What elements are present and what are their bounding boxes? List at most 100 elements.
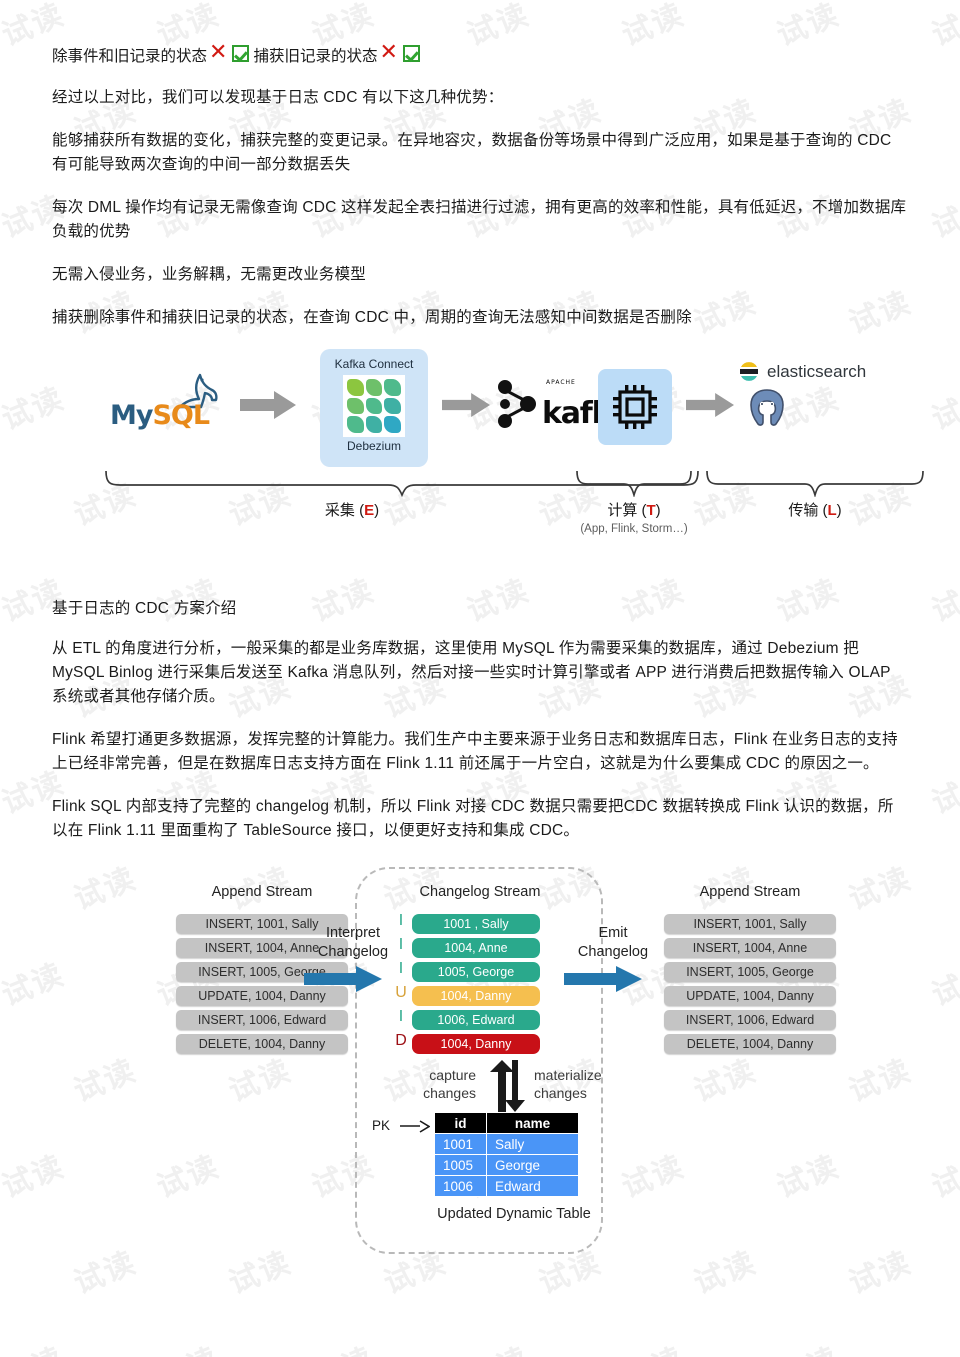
table-row: 1005 George: [434, 1154, 579, 1176]
right-row-3: INSERT, 1005, George: [664, 962, 836, 982]
dynamic-table-caption: Updated Dynamic Table: [437, 1206, 591, 1222]
brace-transform: [576, 470, 692, 497]
updated-dynamic-table: id name 1001 Sally 1005 George 1006 Edwa…: [434, 1112, 579, 1197]
table-cell-id-1: 1001: [434, 1133, 487, 1155]
kafka-connect-title: Kafka Connect: [334, 357, 414, 371]
stage-extract-end: ): [374, 502, 380, 519]
changelog-stream-diagram: Append Stream INSERT, 1001, Sally INSERT…: [52, 862, 908, 1254]
emit-arrow-icon: [564, 966, 642, 992]
pk-label: PK: [372, 1118, 391, 1133]
stage-label-transform: 计算 (T): [564, 499, 704, 520]
table-cell-id-3: 1006: [434, 1175, 487, 1197]
paragraph-advantage-4: 捕获删除事件和捕获旧记录的状态，在查询 CDC 中，周期的查询无法感知中间数据是…: [52, 309, 692, 326]
stage-load-end: ): [836, 502, 842, 519]
mysql-logo-icon: MySQL: [110, 373, 220, 437]
elasticsearch-logo-icon: [740, 362, 758, 381]
arrow-right-icon-1: [240, 391, 296, 419]
stage-extract-key: E: [364, 502, 375, 519]
right-row-4: UPDATE, 1004, Danny: [664, 986, 836, 1006]
stage-extract-text: 采集 (: [324, 502, 365, 519]
center-row-1: 1001 , Sally: [412, 914, 540, 934]
interpret-line-2: Changelog: [317, 944, 389, 960]
table-cell-name-1: Sally: [486, 1133, 579, 1155]
x-mark-icon: ✕: [209, 39, 228, 64]
interpret-label: Interpret Changelog: [298, 924, 408, 962]
elasticsearch-row: elasticsearch: [738, 361, 918, 383]
watermark-text: 试读: [769, 1334, 845, 1357]
kafka-logo-icon: [498, 380, 536, 428]
center-mark-3: I: [398, 960, 404, 977]
stage-label-load: 传输 (L): [725, 499, 905, 520]
watermark-text: 试读: [614, 1334, 690, 1357]
kafka-apache-label: APACHE: [546, 379, 576, 386]
table-header-name: name: [486, 1112, 579, 1134]
arrow-right-icon-4: [686, 391, 734, 419]
emit-label: Emit Changelog: [558, 924, 668, 962]
paragraph-advantage-2: 每次 DML 操作均有记录无需像查询 CDC 这样发起全表扫描进行过滤，拥有更高…: [52, 199, 907, 240]
center-row-6: 1004, Danny: [412, 1034, 540, 1054]
table-row: 1006 Edward: [434, 1175, 579, 1197]
stage-transform-key: T: [646, 502, 656, 519]
center-mark-6: D: [395, 1032, 407, 1049]
check-box-icon: [232, 44, 250, 62]
mysql-wordmark: MySQL: [110, 400, 210, 431]
postgresql-logo-icon: [750, 389, 784, 426]
paragraph-etl-analysis: 从 ETL 的角度进行分析，一般采集的都是业务库数据，这里使用 MySQL 作为…: [52, 640, 891, 705]
stage-transform-subtitle: (App, Flink, Storm…): [580, 523, 688, 535]
section-heading: 基于日志的 CDC 方案介绍: [52, 600, 237, 617]
stage-label-extract: 采集 (E): [252, 499, 452, 520]
watermark-text: 试读: [924, 1334, 960, 1357]
emit-line-2: Changelog: [577, 944, 649, 960]
paragraph-advantage-3: 无需入侵业务，业务解耦，无需更改业务模型: [52, 266, 367, 283]
interpret-line-1: Interpret: [326, 925, 380, 941]
paragraph-flink-sql: Flink SQL 内部支持了完整的 changelog 机制，所以 Flink…: [52, 798, 894, 839]
center-stream-title: Changelog Stream: [419, 884, 541, 900]
materialize-changes-label: materialize changes: [534, 1066, 644, 1102]
status-heading-row: 除事件和旧记录的状态 ✕ 捕获旧记录的状态 ✕: [52, 0, 908, 66]
etl-pipeline-diagram: MySQL Kafka Connect Debezium APACHE kafk…: [52, 349, 924, 567]
mysql-node: MySQL: [110, 373, 220, 437]
stage-load-text: 传输 (: [788, 502, 828, 519]
materialize-line-1: materialize: [534, 1067, 602, 1083]
table-cell-name-2: George: [486, 1154, 579, 1176]
cpu-chip-icon: [613, 385, 657, 429]
right-stream-title: Append Stream: [699, 884, 801, 900]
watermark-text: 试读: [304, 1334, 380, 1357]
left-row-6: DELETE, 1004, Danny: [176, 1034, 348, 1054]
watermark-text: 试读: [459, 1334, 535, 1357]
watermark-text: 试读: [149, 1334, 225, 1357]
stage-transform-text: 计算 (: [607, 502, 647, 519]
center-mark-2: I: [398, 936, 404, 953]
center-mark-5: I: [398, 1008, 404, 1025]
mysql-text-my: My: [110, 400, 153, 431]
bidirectional-arrows-icon: [490, 1060, 525, 1112]
brace-load: [706, 470, 924, 497]
table-header-id: id: [434, 1112, 487, 1134]
pk-arrow-icon: [400, 1120, 430, 1133]
debezium-logo-icon: [343, 375, 405, 437]
right-row-1: INSERT, 1001, Sally: [664, 914, 836, 934]
elasticsearch-label: elasticsearch: [767, 362, 867, 381]
stage-load-key: L: [827, 502, 837, 519]
arrow-right-icon-2: [442, 391, 490, 419]
mysql-text-sql: SQL: [152, 400, 210, 431]
left-row-5: INSERT, 1006, Edward: [176, 1010, 348, 1030]
right-row-5: INSERT, 1006, Edward: [664, 1010, 836, 1030]
emit-line-1: Emit: [598, 925, 628, 941]
heading-segment-1: 除事件和旧记录的状态: [52, 48, 208, 65]
heading-segment-2: 捕获旧记录的状态: [253, 48, 378, 65]
compute-node: [598, 369, 672, 445]
center-row-2: 1004, Anne: [412, 938, 540, 958]
debezium-label: Debezium: [346, 439, 402, 453]
check-box-icon-2: [402, 44, 420, 62]
right-row-2: INSERT, 1004, Anne: [664, 938, 836, 958]
table-row: 1001 Sally: [434, 1133, 579, 1155]
paragraph-intro: 经过以上对比，我们可以发现基于日志 CDC 有以下这几种优势：: [52, 89, 504, 106]
capture-line-2: changes: [423, 1085, 476, 1101]
center-row-4: 1004, Danny: [412, 986, 540, 1006]
paragraph-advantage-1: 能够捕获所有数据的变化，捕获完整的变更记录。在异地容灾，数据备份等场景中得到广泛…: [52, 132, 892, 173]
sink-node: elasticsearch: [738, 361, 918, 453]
center-mark-4: U: [395, 984, 407, 1001]
kafka-connect-node: Kafka Connect Debezium: [320, 349, 428, 467]
table-cell-id-2: 1005: [434, 1154, 487, 1176]
